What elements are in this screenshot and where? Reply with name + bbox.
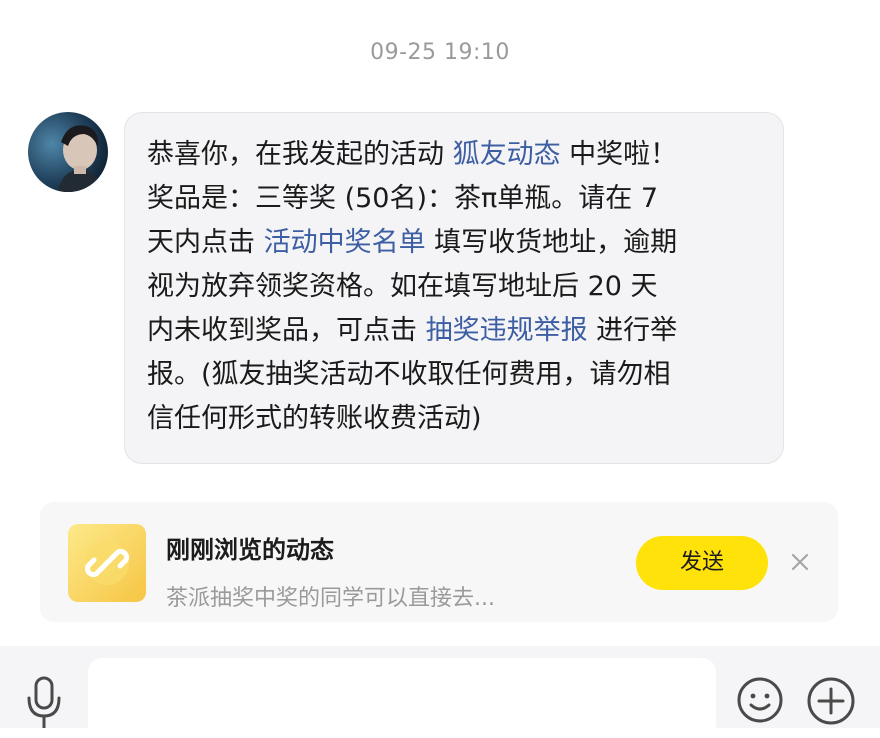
preview-subtitle: 茶派抽奖中奖的同学可以直接去... xyxy=(166,586,495,611)
emoji-icon[interactable] xyxy=(736,676,784,724)
avatar[interactable] xyxy=(28,112,108,192)
chat-input-bar xyxy=(0,646,880,738)
message-line: 报。(狐友抽奖活动不收取任何费用，请勿相 xyxy=(147,359,671,390)
plus-icon[interactable] xyxy=(806,676,856,726)
recent-post-preview-card[interactable]: 刚刚浏览的动态 茶派抽奖中奖的同学可以直接去... 发送 xyxy=(40,502,838,622)
link-icon xyxy=(84,541,130,585)
preview-thumbnail xyxy=(68,524,146,602)
message-line: 天内点击 活动中奖名单 填写收货地址，逾期 xyxy=(147,227,678,258)
message-timestamp: 09-25 19:10 xyxy=(370,40,510,65)
link-fox-moments[interactable]: 狐友动态 xyxy=(453,139,561,170)
close-icon[interactable] xyxy=(788,550,812,574)
link-winner-list[interactable]: 活动中奖名单 xyxy=(264,227,426,258)
message-line: 恭喜你，在我发起的活动 狐友动态 中奖啦！ xyxy=(147,139,678,170)
message-line: 内未收到奖品，可点击 抽奖违规举报 进行举 xyxy=(147,315,678,346)
mic-icon[interactable] xyxy=(24,674,64,728)
preview-title: 刚刚浏览的动态 xyxy=(166,536,334,564)
message-line: 奖品是：三等奖 (50名)：茶π单瓶。请在 7 xyxy=(147,183,659,214)
link-report-violation[interactable]: 抽奖违规举报 xyxy=(426,315,588,346)
message-line: 信任何形式的转账收费活动) xyxy=(147,403,482,434)
message-input[interactable] xyxy=(88,658,716,738)
avatar-image xyxy=(28,112,108,192)
send-button[interactable]: 发送 xyxy=(636,536,768,590)
message-bubble: 恭喜你，在我发起的活动 狐友动态 中奖啦！ 奖品是：三等奖 (50名)：茶π单瓶… xyxy=(124,112,784,464)
message-line: 视为放弃领奖资格。如在填写地址后 20 天 xyxy=(147,271,658,302)
